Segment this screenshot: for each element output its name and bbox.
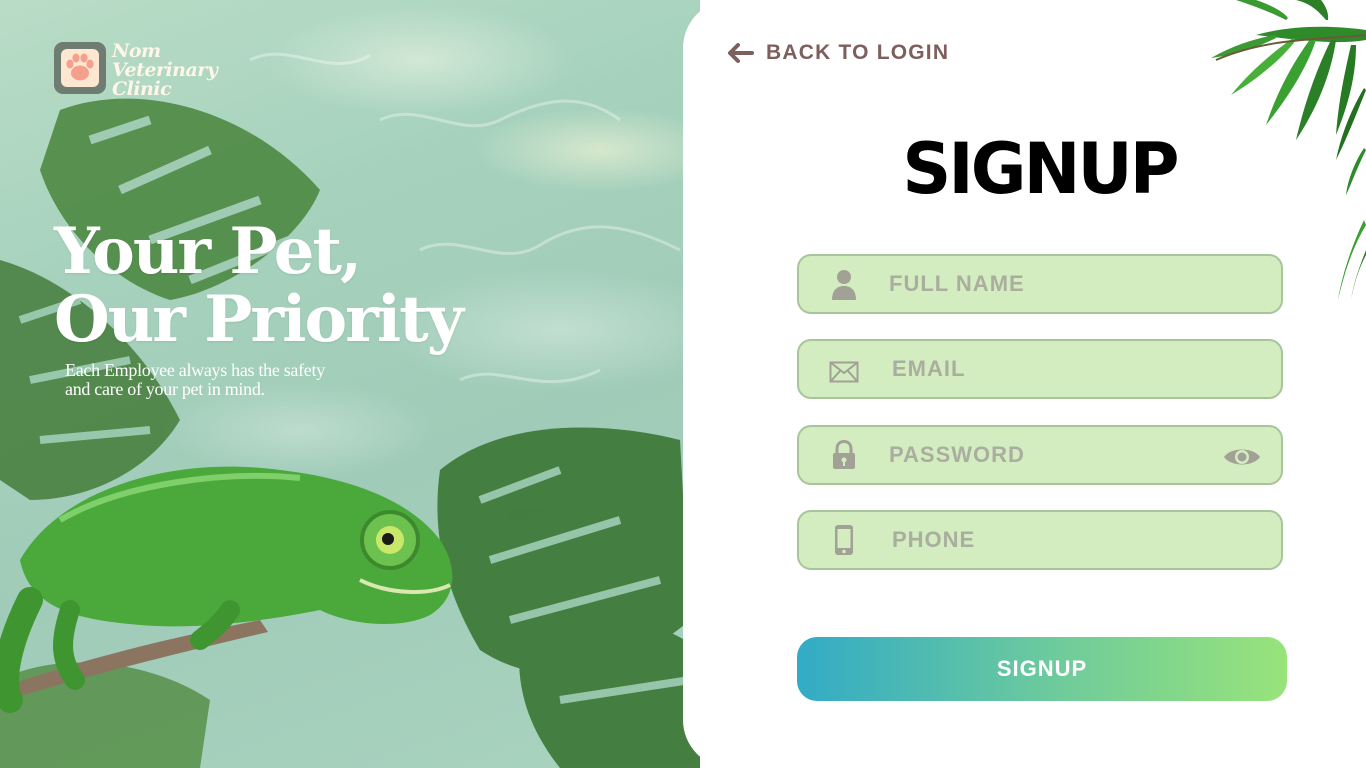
user-icon xyxy=(799,268,889,300)
signup-panel: BACK TO LOGIN SIGNUP FULL NAME EMAIL PHO… xyxy=(683,0,1366,768)
brand-logo[interactable]: Nom Veterinary Clinic xyxy=(54,42,218,100)
chameleon xyxy=(0,466,453,713)
lock-icon xyxy=(799,440,889,470)
paw-icon xyxy=(61,49,99,87)
hero-headline-line2: Our Priority xyxy=(54,282,464,357)
password-input[interactable] xyxy=(889,442,1189,468)
password-field[interactable] xyxy=(797,425,1283,485)
email-field[interactable] xyxy=(797,339,1283,399)
hero-section: Nom Veterinary Clinic Your Pet, Our Prio… xyxy=(0,0,700,768)
hero-headline: Your Pet, Our Priority xyxy=(54,214,464,357)
full-name-field[interactable] xyxy=(797,254,1283,314)
phone-field[interactable] xyxy=(797,510,1283,570)
back-to-login-link[interactable]: BACK TO LOGIN xyxy=(728,41,949,65)
eye-icon[interactable] xyxy=(1223,444,1261,470)
envelope-icon xyxy=(799,355,889,383)
signup-button[interactable]: SIGNUP xyxy=(797,637,1287,701)
brand-name: Nom Veterinary Clinic xyxy=(112,42,218,100)
phone-input[interactable] xyxy=(892,527,1192,553)
phone-icon xyxy=(799,524,889,556)
brand-name-line3: Clinic xyxy=(112,78,172,100)
logo-badge xyxy=(54,42,106,94)
hero-subtext: Each Employee always has the safety and … xyxy=(65,361,325,399)
email-input[interactable] xyxy=(892,356,1192,382)
signup-title: SIGNUP xyxy=(902,128,1179,210)
hero-subtext-line2: and care of your pet in mind. xyxy=(65,379,265,399)
hero-headline-line1: Your Pet, xyxy=(54,214,362,289)
back-to-login-label: BACK TO LOGIN xyxy=(766,41,950,64)
full-name-input[interactable] xyxy=(889,271,1189,297)
hero-subtext-line1: Each Employee always has the safety xyxy=(65,360,325,380)
arrow-left-icon xyxy=(728,43,754,63)
